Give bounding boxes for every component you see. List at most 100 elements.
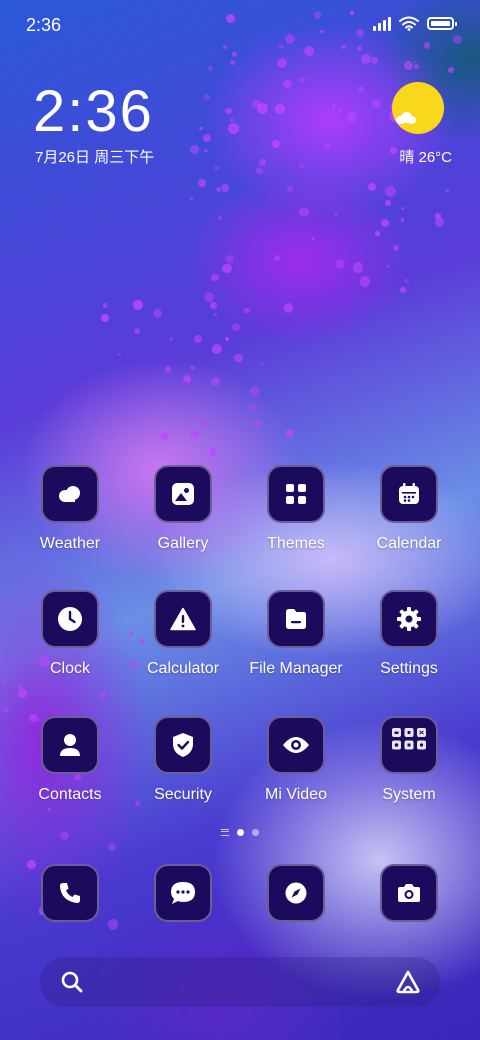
powder-speck [190, 365, 195, 371]
app-security[interactable]: Security [128, 716, 238, 804]
weather-text: 晴 26°C [399, 149, 452, 166]
powder-speck [204, 93, 211, 101]
app-clock[interactable]: Clock [15, 590, 125, 678]
powder-speck [324, 142, 332, 150]
powder-speck [250, 385, 261, 396]
clock-widget-date[interactable]: 7月26日 周三下午 [35, 146, 154, 167]
app-label: Clock [49, 660, 90, 677]
app-label: Calculator [146, 660, 220, 677]
powder-speck [197, 179, 207, 188]
powder-speck [133, 300, 143, 310]
powder-speck [274, 255, 281, 262]
camera-icon [380, 864, 438, 922]
message-bubble-icon [154, 864, 212, 922]
home-screen: 2:36 2:36 7月26日 周三下午 晴 26°C Weather Gall… [0, 0, 480, 1040]
powder-speck [446, 188, 450, 192]
app-label: Gallery [157, 535, 209, 552]
themes-grid-icon [267, 465, 325, 523]
gear-icon [380, 590, 438, 648]
powder-speck [337, 109, 342, 113]
app-label: Calendar [376, 535, 442, 552]
powder-speck [252, 419, 261, 428]
powder-speck [152, 308, 162, 318]
powder-speck [275, 104, 285, 114]
powder-speck [48, 808, 52, 811]
powder-speck [234, 353, 244, 363]
powder-speck [257, 103, 268, 114]
app-calendar[interactable]: Calendar [354, 465, 464, 553]
powder-speck [3, 706, 9, 712]
powder-speck [358, 86, 365, 93]
powder-speck [260, 361, 264, 365]
powder-speck [210, 377, 220, 387]
status-bar: 2:36 [0, 0, 480, 50]
dock-messages[interactable] [128, 864, 238, 922]
powder-speck [204, 148, 208, 153]
folder-grid-icon [380, 716, 438, 774]
powder-speck [16, 683, 23, 690]
powder-speck [255, 166, 263, 174]
powder-speck [400, 217, 405, 222]
powder-speck [335, 259, 345, 269]
eye-icon [267, 716, 325, 774]
app-themes[interactable]: Themes [241, 465, 351, 553]
powder-speck [259, 439, 264, 444]
contact-person-icon [41, 716, 99, 774]
powder-speck [99, 691, 107, 699]
folder-icon [267, 590, 325, 648]
powder-speck [259, 158, 267, 166]
status-icons [373, 16, 457, 31]
page-indicator[interactable] [0, 829, 480, 836]
app-mi-video[interactable]: Mi Video [241, 716, 351, 804]
powder-speck [199, 126, 204, 131]
powder-speck [102, 303, 107, 308]
powder-speck [1, 680, 5, 685]
powder-speck [371, 98, 382, 108]
powder-speck [226, 254, 235, 263]
app-label: File Manager [249, 660, 343, 677]
powder-speck [360, 53, 371, 65]
assistant-icon[interactable] [394, 969, 422, 995]
weather-cloud-icon [41, 465, 99, 523]
wifi-icon [399, 16, 419, 31]
powder-speck [371, 57, 379, 65]
powder-speck [244, 307, 250, 314]
powder-speck [403, 61, 413, 71]
powder-speck [209, 448, 217, 457]
app-label: Security [154, 786, 212, 803]
calendar-icon [380, 465, 438, 523]
powder-speck [201, 419, 207, 426]
powder-speck [230, 118, 235, 123]
powder-speck [283, 79, 292, 89]
dock-phone[interactable] [15, 864, 125, 922]
app-weather[interactable]: Weather [15, 465, 125, 553]
powder-speck [190, 145, 199, 154]
powder-speck [276, 57, 287, 69]
app-label: Mi Video [265, 786, 327, 803]
search-bar[interactable] [40, 957, 440, 1007]
dock-browser[interactable] [241, 864, 351, 922]
powder-speck [230, 60, 235, 65]
app-file-manager[interactable]: File Manager [241, 590, 351, 678]
powder-speck [190, 197, 193, 200]
powder-speck [390, 146, 398, 154]
app-calculator[interactable]: Calculator [128, 590, 238, 678]
gallery-icon [154, 465, 212, 523]
app-settings[interactable]: Settings [354, 590, 464, 678]
powder-speck [202, 133, 211, 142]
powder-speck [285, 429, 295, 438]
app-gallery[interactable]: Gallery [128, 465, 238, 553]
dock-camera[interactable] [354, 864, 464, 922]
powder-speck [386, 265, 389, 268]
clock-icon [41, 590, 99, 648]
powder-speck [164, 365, 172, 373]
powder-speck [228, 123, 239, 134]
app-system-folder[interactable]: System [354, 716, 464, 804]
calculator-warning-icon [154, 590, 212, 648]
app-contacts[interactable]: Contacts [15, 716, 125, 804]
powder-speck [400, 207, 404, 210]
search-icon[interactable] [60, 970, 84, 994]
powder-speck [225, 107, 232, 115]
powder-speck [160, 432, 169, 441]
clock-widget-time[interactable]: 2:36 [33, 78, 154, 145]
